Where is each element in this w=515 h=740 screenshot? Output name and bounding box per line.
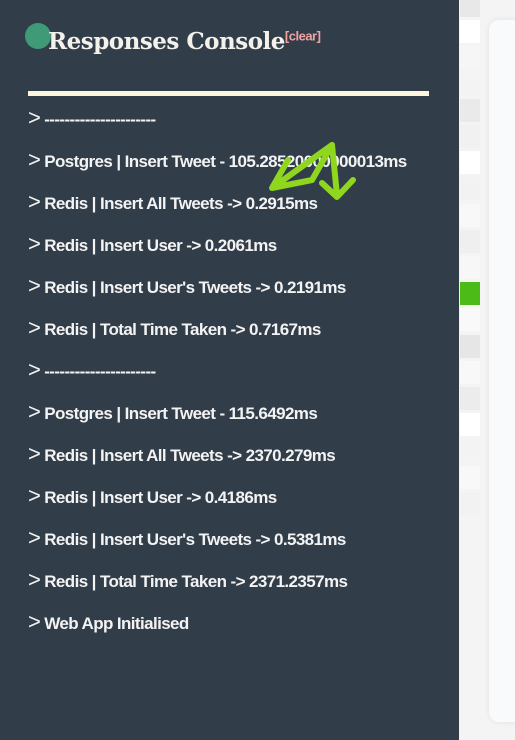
log-line: > Redis | Total Time Taken -> 2371.2357ms: [28, 564, 448, 597]
prompt-symbol: >: [28, 315, 41, 340]
grid-cell: [460, 177, 480, 201]
log-text: Redis | Total Time Taken -> 0.7167ms: [44, 320, 321, 339]
grid-cell: [460, 20, 480, 44]
clear-button[interactable]: [clear]: [285, 28, 321, 43]
prompt-symbol: >: [28, 525, 41, 550]
prompt-symbol: >: [28, 147, 41, 172]
grid-cell: [460, 151, 480, 175]
prompt-symbol: >: [28, 399, 41, 424]
log-line: > Postgres | Insert Tweet - 115.6492ms: [28, 396, 448, 429]
log-text: ----------------------: [44, 362, 156, 381]
grid-cell: [460, 203, 480, 227]
annotation-arrows-icon: [269, 142, 356, 200]
log-text: Postgres | Insert Tweet - 115.6492ms: [44, 404, 318, 423]
prompt-symbol: >: [28, 357, 41, 382]
grid-cell: [460, 125, 480, 148]
prompt-symbol: >: [28, 441, 41, 466]
log-line: > Redis | Insert User's Tweets -> 0.5381m…: [28, 522, 448, 555]
log-text: Redis | Insert All Tweets -> 2370.279ms: [44, 446, 336, 465]
log-text: Redis | Insert User -> 0.4186ms: [44, 488, 277, 507]
log-text: Redis | Insert User's Tweets -> 0.2191ms: [44, 278, 346, 297]
log-text: Redis | Insert User's Tweets -> 0.5381ms: [44, 530, 346, 549]
log-line: > ----------------------: [28, 354, 448, 387]
highlighted-cell: [460, 282, 480, 306]
prompt-symbol: >: [28, 189, 41, 214]
log-text: Redis | Insert User -> 0.2061ms: [44, 236, 277, 255]
prompt-symbol: >: [28, 567, 41, 592]
log-line: > Redis | Insert All Tweets -> 2370.279ms: [28, 438, 448, 471]
grid-cell: [460, 413, 480, 437]
grid-cell: [460, 256, 480, 279]
log-line: > Redis | Insert All Tweets -> 0.2915ms: [28, 186, 448, 219]
log-line: > Redis | Insert User -> 0.2061ms: [28, 228, 448, 261]
grid-cell: [460, 229, 480, 253]
log-text: Web App Initialised: [44, 614, 189, 633]
prompt-symbol: >: [28, 231, 41, 256]
grid-cell: [460, 98, 480, 122]
content-card: [489, 20, 515, 722]
prompt-symbol: >: [28, 609, 41, 634]
log-line: > Redis | Insert User's Tweets -> 0.2191m…: [28, 270, 448, 303]
grid-cell: [460, 72, 480, 96]
grid-cell: [460, 46, 480, 70]
grid-cell: [460, 439, 480, 463]
console-title: Responses Console[clear]: [48, 28, 321, 55]
log-line: > ----------------------: [28, 102, 448, 135]
prompt-symbol: >: [28, 273, 41, 298]
grid-cell: [460, 0, 480, 17]
prompt-symbol: >: [28, 105, 41, 130]
log-line: > Redis | Total Time Taken -> 0.7167ms: [28, 312, 448, 345]
log-text: Redis | Total Time Taken -> 2371.2357ms: [44, 572, 348, 591]
log-line: > Redis | Insert User -> 0.4186ms: [28, 480, 448, 513]
log-line: > Postgres | Insert Tweet - 105.285200000…: [28, 144, 448, 177]
grid-cell: [460, 465, 480, 489]
grid-cell: [460, 308, 480, 332]
responses-console: Responses Console[clear] > --------------…: [0, 0, 459, 740]
grid-cell: [460, 360, 480, 384]
grid-cell: [460, 334, 480, 358]
divider: [28, 91, 429, 96]
log-line: > Web App Initialised: [28, 606, 448, 639]
console-log: > ---------------------- > Postgres | Inser…: [28, 102, 448, 648]
grid-cell: [460, 387, 480, 410]
prompt-symbol: >: [28, 483, 41, 508]
log-text: ----------------------: [44, 110, 156, 129]
grid-cell: [460, 491, 480, 515]
